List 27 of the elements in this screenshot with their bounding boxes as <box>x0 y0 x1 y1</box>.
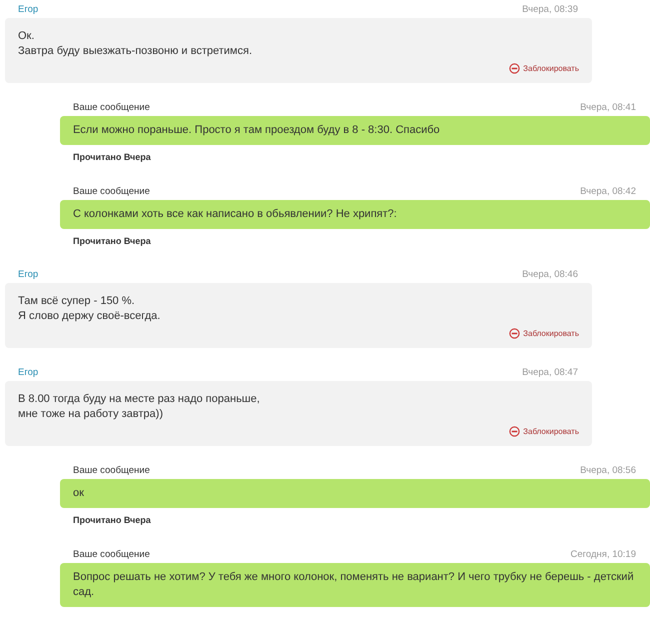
message-time: Вчера, 08:39 <box>522 3 578 18</box>
block-link[interactable]: Заблокировать <box>509 61 579 76</box>
sender-name: Егор <box>18 268 38 282</box>
block-link[interactable]: Заблокировать <box>509 424 579 439</box>
block-link[interactable]: Заблокировать <box>509 326 579 341</box>
read-status: Прочитано Вчера <box>72 234 152 248</box>
message-time: Вчера, 08:42 <box>580 184 636 199</box>
sender-label: Ваше сообщение <box>73 101 150 116</box>
sender-name: Егор <box>18 3 38 18</box>
message-text: В 8.00 тогда буду на месте раз надо пораньше, мне тоже на работу завтра)) <box>18 392 261 422</box>
message-text: ок <box>73 486 85 501</box>
message-time: Вчера, 08:46 <box>522 268 578 282</box>
sender-label: Ваше сообщение <box>73 548 150 562</box>
message-text: Вопрос решать не хотим? У тебя же много колонок, поменять не вариант? И чего трубку не берешь - детский сад. <box>73 570 635 600</box>
message-time: Сегодня, 10:19 <box>570 548 636 562</box>
sender-label: Ваше сообщение <box>73 464 150 478</box>
sender-name: Егор <box>18 366 38 380</box>
sender-label: Ваше сообщение <box>73 184 150 199</box>
read-status: Прочитано Вчера <box>72 151 152 164</box>
message-time: Вчера, 08:47 <box>522 366 578 380</box>
message-time: Вчера, 08:41 <box>580 101 636 116</box>
message-text: Если можно пораньше. Просто я там проездом буду в 8 - 8:30. Спасибо <box>73 123 441 138</box>
message-text: С колонками хоть все как написано в обьявлении? Не хрипят?: <box>73 206 398 222</box>
message-text: Там всё супер - 150 %. Я слово держу своё-всегда. <box>18 294 162 324</box>
message-time: Вчера, 08:56 <box>580 464 636 478</box>
read-status: Прочитано Вчера <box>72 514 152 527</box>
message-text: Ок. Завтра буду выезжать-позвоню и встретимся. <box>18 29 253 59</box>
